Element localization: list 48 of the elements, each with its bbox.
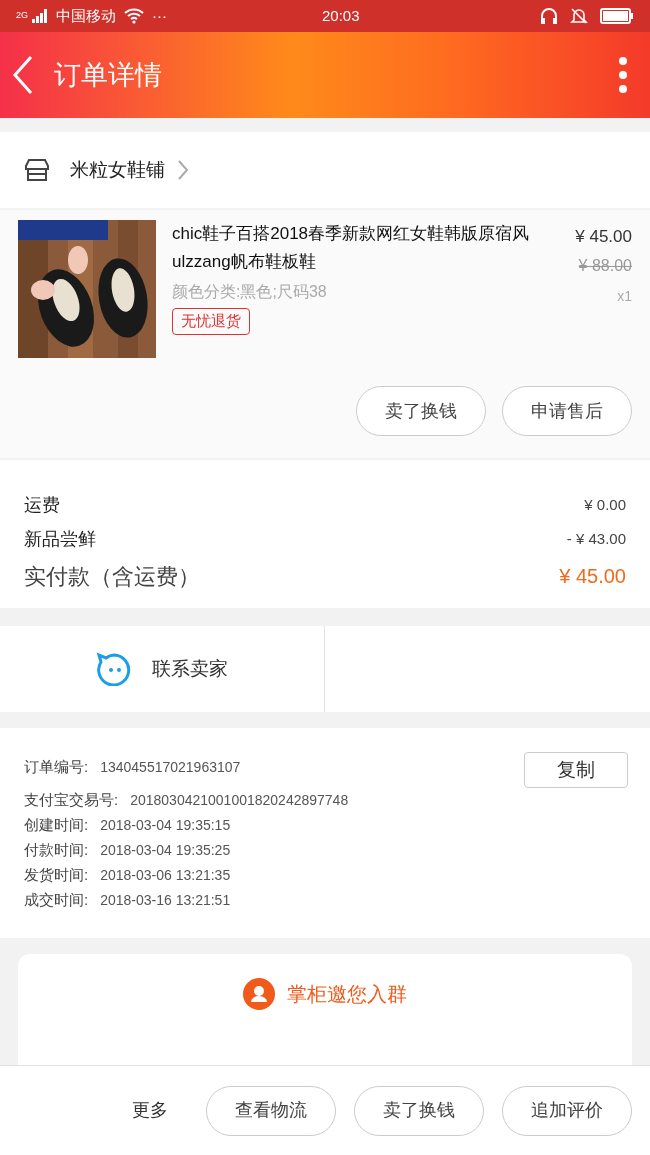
- action-button[interactable]: 卖了换钱: [356, 386, 486, 436]
- network-label: 2G: [16, 9, 28, 23]
- original-price: ¥ 88.00: [578, 255, 632, 276]
- info-value: 2018-03-06 13:21:35: [100, 866, 231, 885]
- group-card-title: 掌柜邀您入群: [287, 982, 407, 1007]
- chat-face-icon: [96, 652, 132, 686]
- info-label: 创建时间:: [24, 815, 89, 836]
- more-indicator: ···: [152, 5, 167, 26]
- carrier-label: 中国移动: [56, 5, 116, 26]
- page-title: 订单详情: [54, 58, 162, 92]
- headphones-icon: [540, 7, 558, 25]
- group-icon: [243, 978, 275, 1010]
- battery-icon: [600, 8, 634, 24]
- product-price: ¥ 45.00: [575, 226, 632, 248]
- wifi-icon: [124, 8, 144, 24]
- info-label: 发货时间:: [24, 865, 89, 886]
- return-badge: 无忧退货: [172, 308, 250, 335]
- info-label: 订单编号:: [24, 756, 89, 777]
- action-button[interactable]: 申请售后: [502, 386, 632, 436]
- more-link[interactable]: 更多: [132, 1097, 168, 1124]
- product-title[interactable]: chic鞋子百搭2018春季新款网红女鞋韩版原宿风ulzzang帆布鞋板鞋: [172, 220, 554, 276]
- info-value: 134045517021963107: [100, 757, 241, 777]
- chevron-right-icon: [177, 159, 189, 181]
- signal-icon: [32, 9, 48, 23]
- cost-label: 新品尝鲜: [24, 527, 96, 551]
- action-button[interactable]: 卖了换钱: [354, 1085, 484, 1136]
- action-button[interactable]: 查看物流: [206, 1085, 336, 1136]
- cost-value: ¥ 0.00: [584, 494, 626, 515]
- info-value: 2018030421001001820242897748: [130, 791, 349, 810]
- cost-label: 运费: [24, 493, 60, 517]
- clock: 20:03: [322, 5, 360, 26]
- info-label: 成交时间:: [24, 890, 89, 911]
- info-label: 付款时间:: [24, 840, 89, 861]
- copy-button[interactable]: 复制: [524, 752, 628, 788]
- shop-row[interactable]: 米粒女鞋铺: [0, 132, 650, 208]
- action-button[interactable]: 追加评价: [502, 1085, 632, 1136]
- store-icon: [24, 158, 50, 182]
- product-variant: 颜色分类:黑色;尺码38: [172, 282, 328, 302]
- cost-label: 实付款（含运费）: [24, 562, 200, 591]
- info-value: 2018-03-04 19:35:15: [100, 816, 231, 835]
- info-value: 2018-03-04 19:35:25: [100, 841, 231, 860]
- info-label: 支付宝交易号:: [24, 790, 119, 811]
- cost-value: ¥ 45.00: [559, 564, 626, 589]
- cost-value: - ¥ 43.00: [566, 528, 626, 549]
- shop-name: 米粒女鞋铺: [70, 157, 165, 182]
- info-value: 2018-03-16 13:21:51: [100, 891, 231, 910]
- muted-bell-icon: [570, 7, 588, 25]
- quantity: x1: [617, 286, 632, 306]
